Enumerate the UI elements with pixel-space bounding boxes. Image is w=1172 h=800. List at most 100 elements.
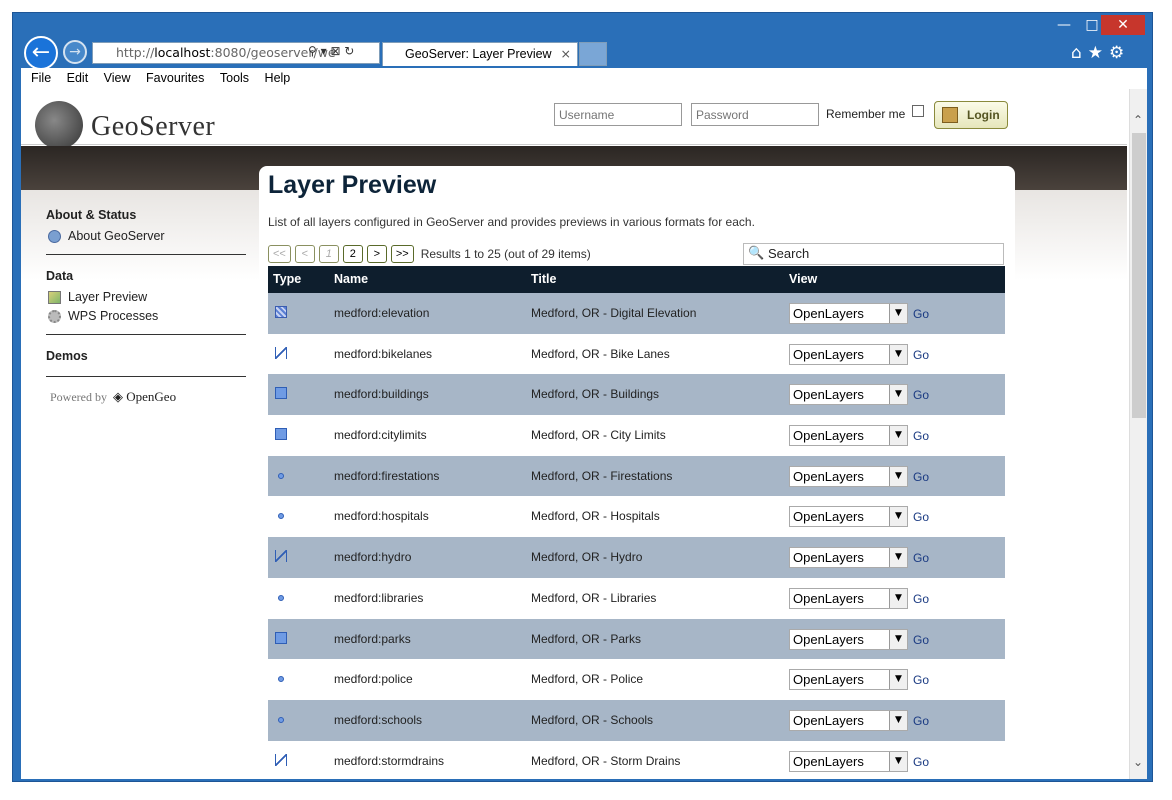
layer-title: Medford, OR - Digital Elevation (531, 306, 697, 320)
pager-page-1[interactable]: 1 (318, 245, 339, 263)
scroll-down-icon[interactable]: ⌄ (1133, 755, 1143, 769)
layer-title: Medford, OR - Storm Drains (531, 753, 681, 768)
layer-name: medford:elevation (334, 306, 430, 320)
view-format-value: OpenLayers (793, 590, 864, 606)
pager-last-button[interactable]: >> (390, 245, 414, 263)
layer-title: Medford, OR - Hospitals (531, 509, 660, 524)
map-icon (48, 291, 61, 304)
search-icon: 🔍 (748, 246, 765, 261)
menu-file[interactable]: File (31, 71, 51, 85)
column-type[interactable]: Type (273, 272, 301, 286)
sidebar-section-data: Data (46, 269, 74, 283)
tab-close-icon[interactable]: × (561, 43, 571, 65)
view-format-value: OpenLayers (793, 468, 864, 484)
menu-view[interactable]: View (104, 71, 131, 85)
table-row: medford:libraries Medford, OR - Libraries… (268, 577, 1005, 619)
go-link[interactable]: Go (913, 592, 929, 606)
opengeo-brand: OpenGeo (126, 389, 177, 404)
view-format-select[interactable]: OpenLayers ▼ (789, 384, 908, 406)
view-format-select[interactable]: OpenLayers ▼ (789, 628, 908, 650)
chevron-down-icon: ▼ (889, 304, 907, 323)
sidebar-item-layer-preview[interactable]: Layer Preview (46, 287, 246, 306)
go-link[interactable]: Go (913, 755, 929, 769)
layer-name: medford:hydro (334, 550, 412, 565)
layer-name: medford:bikelanes (334, 346, 433, 361)
go-link[interactable]: Go (913, 551, 929, 565)
layer-title: Medford, OR - Police (531, 672, 644, 687)
line-layer-icon (275, 753, 287, 766)
column-title[interactable]: Title (531, 272, 556, 286)
view-format-value: OpenLayers (793, 550, 864, 566)
page-content: GeoServer Remember me Login About & Stat… (21, 89, 1147, 779)
layers-table: Type Name Title View medford:elevation Me… (268, 266, 1005, 779)
view-format-select[interactable]: OpenLayers ▼ (789, 506, 908, 528)
search-input[interactable]: 🔍 Search (743, 243, 1004, 265)
address-bar-icons[interactable]: ⚲ ▾ ⊠ ↻ (308, 44, 354, 58)
tab-layer-preview[interactable]: GeoServer: Layer Preview × (382, 42, 578, 66)
view-format-select[interactable]: OpenLayers ▼ (789, 750, 908, 772)
menu-edit[interactable]: Edit (67, 71, 89, 85)
chevron-down-icon: ▼ (889, 466, 907, 486)
point-layer-icon (278, 472, 284, 479)
sidebar-item-about-geoserver[interactable]: About GeoServer (46, 226, 246, 245)
remember-me-checkbox[interactable] (912, 105, 924, 117)
column-name[interactable]: Name (334, 272, 368, 286)
new-tab-button[interactable] (579, 42, 607, 66)
scrollbar-thumb[interactable] (1132, 133, 1146, 418)
scrollbar[interactable]: ⌃ ⌄ (1129, 89, 1147, 779)
sidebar-divider (46, 376, 246, 377)
go-link[interactable]: Go (913, 307, 929, 321)
go-link[interactable]: Go (913, 388, 929, 402)
sidebar-section-demos[interactable]: Demos (46, 349, 246, 367)
layer-title: Medford, OR - Firestations (531, 468, 673, 483)
go-link[interactable]: Go (913, 673, 929, 687)
menu-tools[interactable]: Tools (220, 71, 249, 85)
chevron-down-icon: ▼ (889, 426, 907, 446)
view-format-select[interactable]: OpenLayers ▼ (789, 709, 908, 731)
toolbar-icons[interactable]: ⌂★⚙ (1071, 43, 1130, 63)
table-row: medford:buildings Medford, OR - Buildings… (268, 374, 1005, 416)
username-input[interactable] (554, 103, 682, 126)
forward-button[interactable]: → (63, 40, 87, 64)
view-format-value: OpenLayers (793, 428, 864, 444)
go-link[interactable]: Go (913, 633, 929, 647)
go-link[interactable]: Go (913, 348, 929, 362)
layer-name: medford:firestations (334, 468, 440, 483)
go-link[interactable]: Go (913, 510, 929, 524)
go-link[interactable]: Go (913, 470, 929, 484)
view-format-select[interactable]: OpenLayers ▼ (789, 303, 908, 324)
results-count: Results 1 to 25 (out of 29 items) (420, 247, 591, 261)
menu-favourites[interactable]: Favourites (146, 71, 204, 85)
scroll-up-icon[interactable]: ⌃ (1133, 113, 1143, 127)
layer-title: Medford, OR - Hydro (531, 550, 643, 565)
close-window-button[interactable]: ✕ (1101, 15, 1145, 35)
pager-prev-button[interactable]: < (294, 245, 315, 263)
view-format-select[interactable]: OpenLayers ▼ (789, 669, 908, 691)
table-header: Type Name Title View (268, 266, 1005, 293)
pager-next-button[interactable]: > (366, 245, 387, 263)
pager-page-2[interactable]: 2 (342, 245, 363, 263)
url-host: localhost (154, 45, 211, 60)
sidebar-section-about: About & Status (46, 208, 137, 222)
pager-first-button[interactable]: << (268, 245, 291, 263)
view-format-select[interactable]: OpenLayers ▼ (789, 465, 908, 487)
view-format-select[interactable]: OpenLayers ▼ (789, 343, 908, 365)
go-link[interactable]: Go (913, 714, 929, 728)
table-row: medford:hydro Medford, OR - Hydro OpenLaye… (268, 537, 1005, 578)
minimize-button[interactable]: — (1051, 15, 1077, 35)
sidebar: About & Status About GeoServer Data Laye… (46, 194, 246, 405)
menu-help[interactable]: Help (265, 71, 291, 85)
sidebar-item-wps-processes[interactable]: WPS Processes (46, 306, 246, 325)
sidebar-divider (46, 254, 246, 255)
view-format-select[interactable]: OpenLayers ▼ (789, 425, 908, 447)
password-input[interactable] (691, 103, 819, 126)
back-button[interactable]: ← (24, 36, 58, 70)
login-button[interactable]: Login (934, 101, 1008, 129)
go-link[interactable]: Go (913, 429, 929, 443)
view-format-select[interactable]: OpenLayers ▼ (789, 587, 908, 609)
opengeo-logo[interactable]: ◈ OpenGeo (113, 389, 176, 404)
geoserver-logo[interactable]: GeoServer (91, 111, 215, 143)
view-format-select[interactable]: OpenLayers ▼ (789, 547, 908, 569)
pager: << < 1 2 > >> Results 1 to 25 (out of 29… (268, 244, 591, 264)
view-format-value: OpenLayers (793, 753, 864, 769)
